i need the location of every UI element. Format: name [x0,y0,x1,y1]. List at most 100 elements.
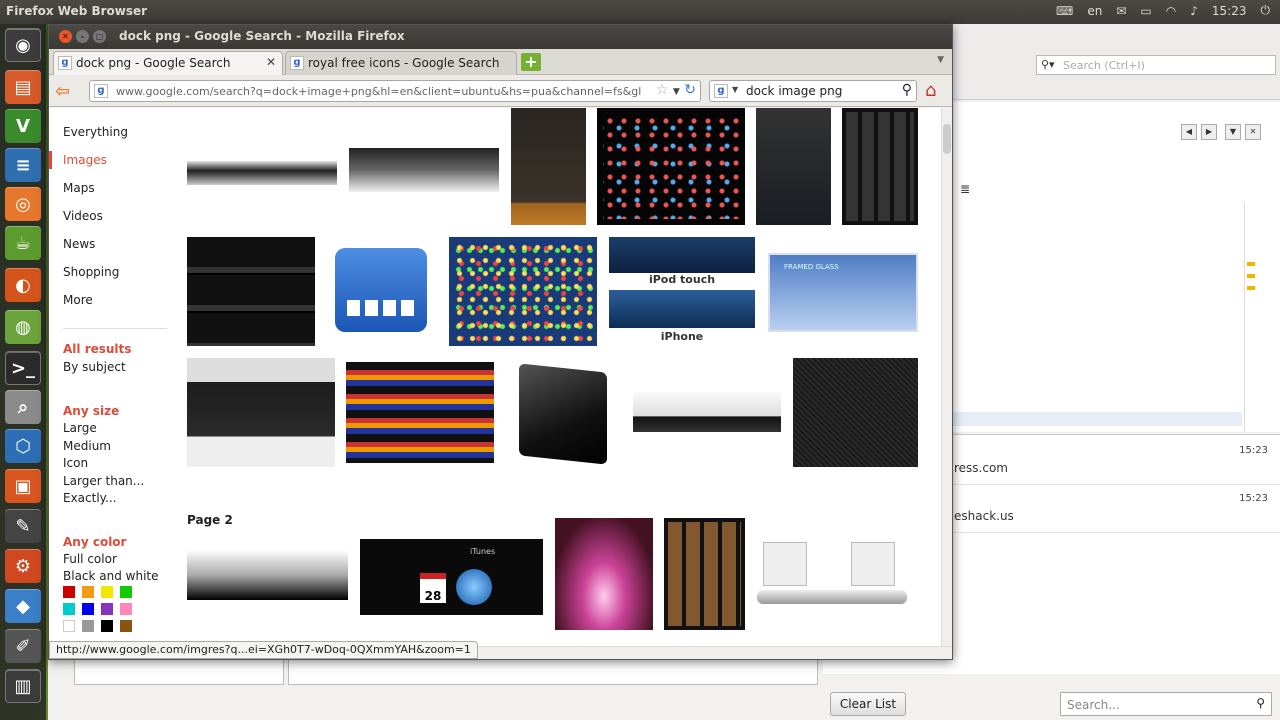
screenshot-icon[interactable]: ⌕ [5,390,41,424]
size-large[interactable]: Large [63,421,97,435]
image-result[interactable] [346,362,494,463]
size-exactly[interactable]: Exactly... [63,491,117,505]
image-result[interactable] [187,550,348,600]
color-swatch[interactable] [82,603,94,615]
color-swatch[interactable] [82,586,94,598]
next-icon[interactable]: ▶ [1201,124,1217,140]
maximize-icon[interactable]: ▢ [93,30,106,43]
background-field[interactable] [288,659,818,685]
by-subject-link[interactable]: By subject [63,360,126,374]
image-result[interactable]: iTunes 28 [360,539,543,615]
previous-icon[interactable]: ◀ [1181,124,1197,140]
close-tab-icon[interactable]: ✕ [266,55,276,69]
image-result[interactable] [449,237,597,346]
image-result[interactable] [633,392,781,432]
color-swatch[interactable] [101,620,113,632]
tab-list-icon[interactable]: ▼ [937,55,944,65]
image-result[interactable]: iPod touch iPhone [609,237,755,346]
color-swatch[interactable] [63,620,75,632]
power-icon[interactable]: ⏻ [1261,3,1271,18]
image-result[interactable]: FRAMED GLASS [768,253,918,332]
url-bar[interactable]: g www.google.com/search?q=dock+image+png… [89,80,701,102]
full-color-link[interactable]: Full color [63,552,117,566]
color-swatch[interactable] [63,603,75,615]
tab-royal-free-icons[interactable]: g royal free icons - Google Search [285,51,517,75]
any-color-heading[interactable]: Any color [63,535,126,549]
image-result[interactable] [187,161,337,185]
size-icon[interactable]: Icon [63,456,88,470]
minimize-icon[interactable]: – [76,30,89,43]
nav-shopping[interactable]: Shopping [63,265,119,279]
color-swatch[interactable] [120,603,132,615]
chromium-icon[interactable]: ◍ [5,310,41,344]
package-icon[interactable]: ▣ [5,469,41,503]
image-result[interactable] [757,538,918,616]
image-result[interactable] [664,518,745,630]
size-larger-than[interactable]: Larger than... [63,474,144,488]
vim-icon[interactable]: V [5,109,41,143]
dropdown-icon[interactable]: ▼ [673,87,680,97]
clock[interactable]: 15:23 [1212,4,1247,18]
close-icon[interactable]: ✕ [1245,124,1261,140]
color-swatch[interactable] [82,620,94,632]
files-icon[interactable]: ▤ [5,70,41,104]
image-result[interactable] [842,108,918,225]
reload-icon[interactable]: ↻ [684,82,696,98]
search-bar[interactable]: g ▼ dock image png ⚲ [709,80,917,102]
home-icon[interactable]: ⌂ [925,80,936,101]
bookmark-star-icon[interactable]: ☆ [656,82,669,98]
writer-icon[interactable]: ≡ [5,148,41,182]
image-result[interactable] [756,108,831,225]
color-swatch[interactable] [63,586,75,598]
nav-more[interactable]: More [63,293,93,307]
virtualbox-icon[interactable]: ⬡ [5,429,41,463]
nav-images[interactable]: Images [63,153,107,167]
scrollbar-thumb[interactable] [943,124,951,154]
background-search-field[interactable]: ⚲▾ Search (Ctrl+I) [1036,55,1276,75]
image-result[interactable] [793,358,918,467]
color-swatch[interactable] [101,586,113,598]
background-scrollbar[interactable] [1244,202,1256,432]
size-medium[interactable]: Medium [63,439,111,453]
firefox-icon[interactable]: ◐ [5,268,41,302]
any-size-heading[interactable]: Any size [63,404,119,418]
blender-icon[interactable]: ◎ [5,187,41,221]
terminal-icon[interactable]: >_ [5,351,41,385]
close-icon[interactable]: ✕ [59,30,72,43]
image-result[interactable] [597,108,745,225]
page-scrollbar[interactable] [941,108,952,646]
downloads-search-input[interactable]: Search... ⚲ [1060,692,1272,716]
search-icon[interactable]: ⚲ [902,82,912,98]
image-result[interactable] [187,237,315,346]
keyboard-icon[interactable]: ⌨ [1056,4,1073,18]
all-results-heading[interactable]: All results [63,342,131,356]
wifi-icon[interactable]: ◠ [1166,4,1176,18]
image-result[interactable] [511,108,586,225]
dropdown-icon[interactable]: ▼ [1225,124,1241,140]
cube-icon[interactable]: ◆ [5,589,41,623]
back-icon[interactable]: ⇦ [55,81,70,102]
settings-icon[interactable]: ⚙ [5,549,41,583]
color-swatch[interactable] [120,586,132,598]
search-engine-dropdown-icon[interactable]: ▼ [732,85,738,94]
battery-icon[interactable]: ▭ [1140,4,1151,18]
inkscape-icon[interactable]: ✎ [5,509,41,543]
black-and-white-link[interactable]: Black and white [63,569,159,583]
nav-maps[interactable]: Maps [63,181,95,195]
image-result[interactable] [509,358,619,467]
cup-icon[interactable]: ☕ [5,226,41,260]
new-tab-button[interactable]: + [521,53,541,71]
nav-everything[interactable]: Everything [63,125,128,139]
dash-home-icon[interactable]: ◉ [5,28,41,62]
nav-news[interactable]: News [63,237,95,251]
image-result[interactable] [555,518,653,630]
mail-icon[interactable]: ✉ [1116,4,1126,18]
editor-icon[interactable]: ✐ [5,629,41,663]
image-result[interactable] [349,148,499,192]
nav-videos[interactable]: Videos [63,209,103,223]
image-result[interactable] [187,358,335,467]
volume-icon[interactable]: ♪ [1190,4,1198,18]
keyboard-layout[interactable]: en [1087,4,1102,18]
tab-dock-png[interactable]: g dock png - Google Search ✕ [53,51,283,75]
system-monitor-icon[interactable]: ▥ [5,669,41,703]
